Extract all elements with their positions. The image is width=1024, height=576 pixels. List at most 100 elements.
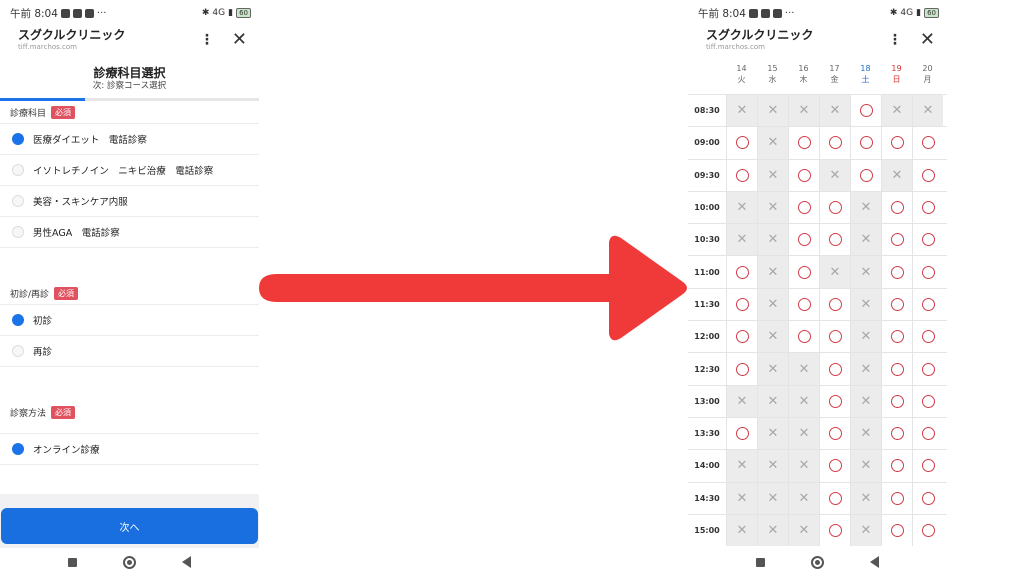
time-slot-row: 11:00 ✕ ✕ ✕ <box>688 255 947 288</box>
available-slot[interactable] <box>912 288 943 321</box>
radio-unselected-icon[interactable] <box>12 195 24 207</box>
available-slot[interactable] <box>788 224 819 256</box>
available-slot[interactable] <box>912 256 943 288</box>
available-slot[interactable] <box>881 353 912 385</box>
unavailable-slot: ✕ <box>726 224 757 256</box>
radio-unselected-icon[interactable] <box>12 226 24 238</box>
unavailable-slot: ✕ <box>788 450 819 482</box>
available-slot[interactable] <box>819 450 850 482</box>
available-slot[interactable] <box>912 482 943 514</box>
available-slot[interactable] <box>912 417 943 450</box>
available-slot[interactable] <box>726 127 757 159</box>
available-slot[interactable] <box>819 385 850 417</box>
radio-option[interactable]: イソトレチノイン ニキビ治療 電話診察 <box>0 154 259 185</box>
radio-option[interactable]: 初診 <box>0 304 259 335</box>
available-slot[interactable] <box>912 385 943 417</box>
available-circle-icon <box>828 330 842 344</box>
day-weekday: 火 <box>737 75 746 84</box>
available-slot[interactable] <box>881 385 912 417</box>
form-sections: 診療科目 必須 医療ダイエット 電話診察 イソトレチノイン ニキビ治療 電話診察 美容・… <box>0 101 259 465</box>
day-header: 20 月 <box>912 60 943 94</box>
available-slot[interactable] <box>726 159 757 191</box>
available-slot[interactable] <box>881 482 912 514</box>
close-icon[interactable]: ✕ <box>232 31 247 49</box>
more-notifications-icon: ··· <box>96 7 107 19</box>
available-slot[interactable] <box>819 191 850 224</box>
radio-option[interactable]: 男性AGA 電話診察 <box>0 216 259 247</box>
available-slot[interactable] <box>788 288 819 321</box>
more-menu-icon[interactable]: ⋮ <box>888 32 902 48</box>
available-slot[interactable] <box>726 417 757 450</box>
back-icon[interactable] <box>870 556 879 568</box>
time-column-header <box>688 60 726 94</box>
back-icon[interactable] <box>182 556 191 568</box>
available-slot[interactable] <box>881 321 912 353</box>
recents-icon[interactable] <box>756 557 765 567</box>
available-slot[interactable] <box>850 159 881 191</box>
signal-icon: ▮ <box>916 8 922 18</box>
day-header: 19 日 <box>881 60 912 94</box>
available-slot[interactable] <box>788 191 819 224</box>
available-slot[interactable] <box>819 482 850 514</box>
available-slot[interactable] <box>912 450 943 482</box>
available-slot[interactable] <box>912 191 943 224</box>
radio-option[interactable]: 美容・スキンケア内服 <box>0 185 259 216</box>
home-icon[interactable] <box>811 555 824 569</box>
available-slot[interactable] <box>788 321 819 353</box>
radio-option[interactable]: 再診 <box>0 335 259 366</box>
available-slot[interactable] <box>850 95 881 127</box>
available-slot[interactable] <box>881 450 912 482</box>
more-menu-icon[interactable]: ⋮ <box>200 32 214 48</box>
radio-option[interactable]: オンライン診療 <box>0 433 259 464</box>
available-slot[interactable] <box>726 256 757 288</box>
available-slot[interactable] <box>912 321 943 353</box>
recents-icon[interactable] <box>68 557 77 567</box>
unavailable-cross-icon: ✕ <box>767 296 779 312</box>
available-slot[interactable] <box>881 417 912 450</box>
available-slot[interactable] <box>819 514 850 547</box>
time-slot-row: 09:00 ✕ <box>688 126 947 159</box>
day-weekday: 金 <box>830 75 839 84</box>
available-slot[interactable] <box>819 321 850 353</box>
available-slot[interactable] <box>912 224 943 256</box>
app-title: スグクルクリニック <box>18 28 126 42</box>
available-slot[interactable] <box>819 417 850 450</box>
radio-selected-icon[interactable] <box>12 133 24 145</box>
unavailable-slot: ✕ <box>788 385 819 417</box>
available-slot[interactable] <box>881 191 912 224</box>
available-slot[interactable] <box>819 353 850 385</box>
available-circle-icon <box>828 427 842 441</box>
unavailable-cross-icon: ✕ <box>736 200 748 216</box>
available-slot[interactable] <box>726 353 757 385</box>
available-slot[interactable] <box>881 256 912 288</box>
available-slot[interactable] <box>819 224 850 256</box>
radio-option[interactable]: 医療ダイエット 電話診察 <box>0 123 259 154</box>
available-slot[interactable] <box>912 353 943 385</box>
available-slot[interactable] <box>788 159 819 191</box>
available-slot[interactable] <box>912 127 943 159</box>
radio-unselected-icon[interactable] <box>12 345 24 357</box>
available-slot[interactable] <box>912 159 943 191</box>
available-slot[interactable] <box>912 514 943 547</box>
radio-unselected-icon[interactable] <box>12 164 24 176</box>
available-slot[interactable] <box>881 288 912 321</box>
available-slot[interactable] <box>881 224 912 256</box>
section-label: 診療科目 必須 <box>0 101 259 123</box>
available-slot[interactable] <box>881 127 912 159</box>
available-slot[interactable] <box>726 288 757 321</box>
available-slot[interactable] <box>726 321 757 353</box>
status-time: 午前 8:04 <box>10 7 58 20</box>
close-icon[interactable]: ✕ <box>920 31 935 49</box>
radio-selected-icon[interactable] <box>12 314 24 326</box>
available-circle-icon <box>735 362 749 376</box>
available-slot[interactable] <box>881 514 912 547</box>
available-slot[interactable] <box>788 256 819 288</box>
home-icon[interactable] <box>123 555 136 569</box>
available-slot[interactable] <box>819 127 850 159</box>
available-slot[interactable] <box>850 127 881 159</box>
available-slot[interactable] <box>788 127 819 159</box>
available-slot[interactable] <box>819 288 850 321</box>
next-button[interactable]: 次へ <box>1 508 258 544</box>
radio-selected-icon[interactable] <box>12 443 24 455</box>
